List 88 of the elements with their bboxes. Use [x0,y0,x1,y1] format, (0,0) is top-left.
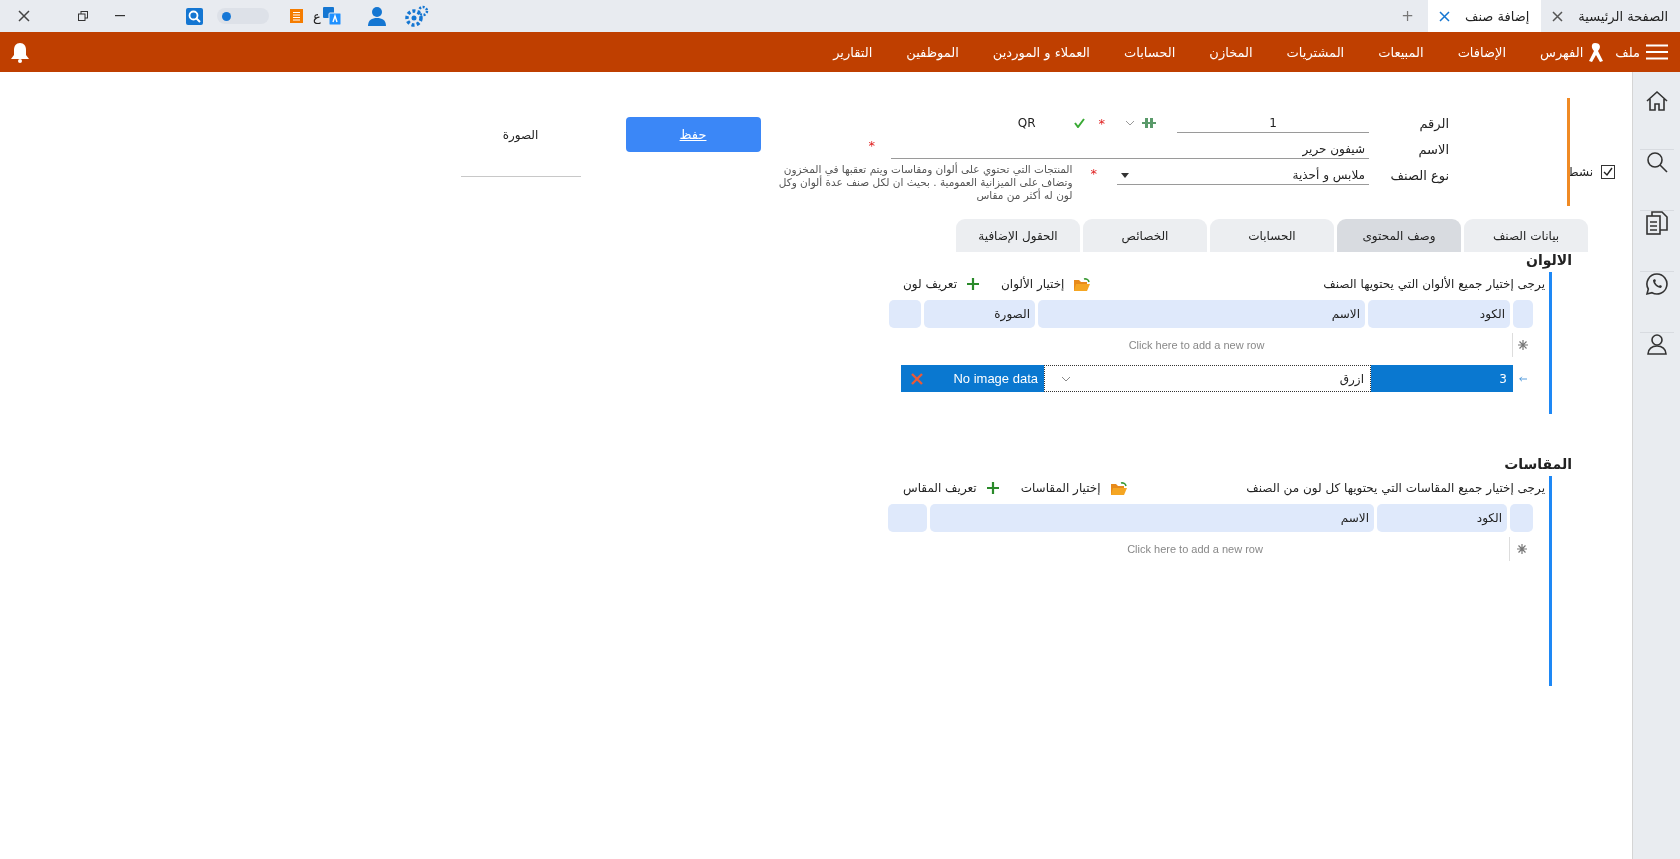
save-button[interactable]: حفظ [625,117,761,152]
minimize-icon[interactable] [115,15,125,17]
checkbox-label: نشط [1567,165,1593,179]
required-mark: * [868,137,875,153]
menu-item[interactable]: الموظفين [906,44,959,60]
folder-icon [1110,481,1127,495]
required-mark: * [1098,115,1105,131]
table-cell: 3 [1371,365,1513,392]
header-cell [889,300,921,328]
menu-item[interactable]: التقارير [833,44,873,60]
tab[interactable]: الحسابات [1210,219,1334,252]
chevron-down-icon[interactable] [1125,120,1135,126]
menu-item[interactable]: العملاء و الموردين [992,44,1090,60]
plus-icon [967,278,979,290]
column-header[interactable]: الصورة [924,300,1035,328]
name-dropdown[interactable]: ازرق [1044,365,1371,392]
close-icon[interactable] [17,9,31,23]
new-tab-button[interactable]: + [1387,0,1428,32]
menu-item[interactable]: المبيعات [1378,44,1424,60]
pick-button[interactable]: إختيار المقاسات [1020,481,1127,495]
restore-icon[interactable] [78,11,88,21]
column-header[interactable]: الكود [1368,300,1510,328]
menu-item[interactable]: المشتريات [1286,44,1345,60]
menu-icon[interactable] [1646,44,1668,60]
close-icon[interactable] [1551,9,1565,23]
bell-icon[interactable] [10,41,30,63]
check-icon [1073,118,1085,128]
column-header[interactable]: الاسم [930,504,1374,532]
pick-button[interactable]: إختيار الألوان [1001,277,1091,291]
toggle-switch[interactable] [217,8,269,24]
header-cell [1513,300,1533,328]
section-hint: يرجى إختيار جميع الألوان التي يحتويها الصنف [1323,277,1545,291]
new-row-prompt[interactable]: Click here to add a new row [881,333,1512,357]
section-hint: يرجى إختيار جميع المقاسات التي يحتويها كل لون من الصنف [1246,481,1545,495]
field-label: الاسم [1418,141,1449,157]
close-icon[interactable] [1437,9,1451,23]
name-field[interactable]: شيفون حرير [891,139,1369,159]
check-icon [1603,167,1613,177]
menu-item[interactable]: الفهرس [1540,44,1584,60]
table-cell: No image data [933,365,1044,392]
section-title: المقاسات [1503,456,1572,474]
header-cell [1510,504,1533,532]
search-icon[interactable] [186,7,203,25]
menu-item[interactable]: الحسابات [1124,44,1176,60]
gear-icon[interactable] [404,5,429,27]
bars-icon[interactable] [1142,117,1156,129]
ribbon-icon[interactable] [1587,41,1604,63]
caret-down-icon [1121,172,1129,178]
menu-item[interactable]: المخازن [1209,44,1253,60]
arrow-left-icon [1519,374,1527,383]
folder-icon [1074,277,1091,291]
define-button[interactable]: تعريف المقاس [903,481,999,495]
field-label: نوع الصنف [1390,167,1449,183]
menu-item[interactable]: الإضافات [1457,44,1507,60]
new-row-prompt[interactable]: Click here to add a new row [881,537,1509,561]
language-label[interactable]: ع [313,8,321,24]
close-icon [910,371,924,386]
tab[interactable]: وصف المحتوى [1337,219,1461,252]
window-tab[interactable]: إضافة صنف [1427,0,1542,32]
required-mark: * [1090,166,1097,181]
type-description: المنتجات التي تحتوي على ألوان ومقاسات ويتم تعقبها في المخزون وتضاف على الميزانية العمومية . بحيث ان لكل صنف عدة ألوان وكل لون له أكثر من مقاس [777,163,1073,202]
tab[interactable]: الحقول الإضافية [956,219,1080,252]
active-checkbox[interactable] [1601,165,1615,179]
menu-item[interactable]: ملف [1615,44,1640,60]
section-title: الالوان [1525,252,1572,271]
translate-icon[interactable] [322,7,341,25]
documents-icon[interactable] [1645,211,1668,235]
field-label: الرقم [1419,115,1449,131]
define-button[interactable]: تعريف لون [903,277,979,291]
chevron-down-icon[interactable] [1061,375,1071,382]
asterisk-icon [1518,340,1528,350]
header-cell [888,504,927,532]
chat-bubble-icon[interactable] [1644,272,1669,296]
image-label: الصورة [502,128,539,142]
tab[interactable]: الخصائص [1083,219,1207,252]
plus-icon [986,482,999,494]
list-icon[interactable] [290,9,303,23]
window-tab[interactable]: الصفحة الرئيسية [1541,0,1680,32]
type-dropdown[interactable]: ملابس و أحذية [1117,166,1369,185]
tab[interactable]: بيانات الصنف [1464,219,1588,252]
asterisk-icon [1516,544,1527,554]
qr-label[interactable]: QR [1017,116,1036,130]
user-icon[interactable] [1646,333,1667,355]
column-header[interactable]: الكود [1377,504,1507,532]
number-field[interactable]: 1 [1177,113,1369,133]
column-header[interactable]: الاسم [1038,300,1365,328]
search-icon[interactable] [1644,150,1669,174]
home-icon[interactable] [1644,89,1669,113]
